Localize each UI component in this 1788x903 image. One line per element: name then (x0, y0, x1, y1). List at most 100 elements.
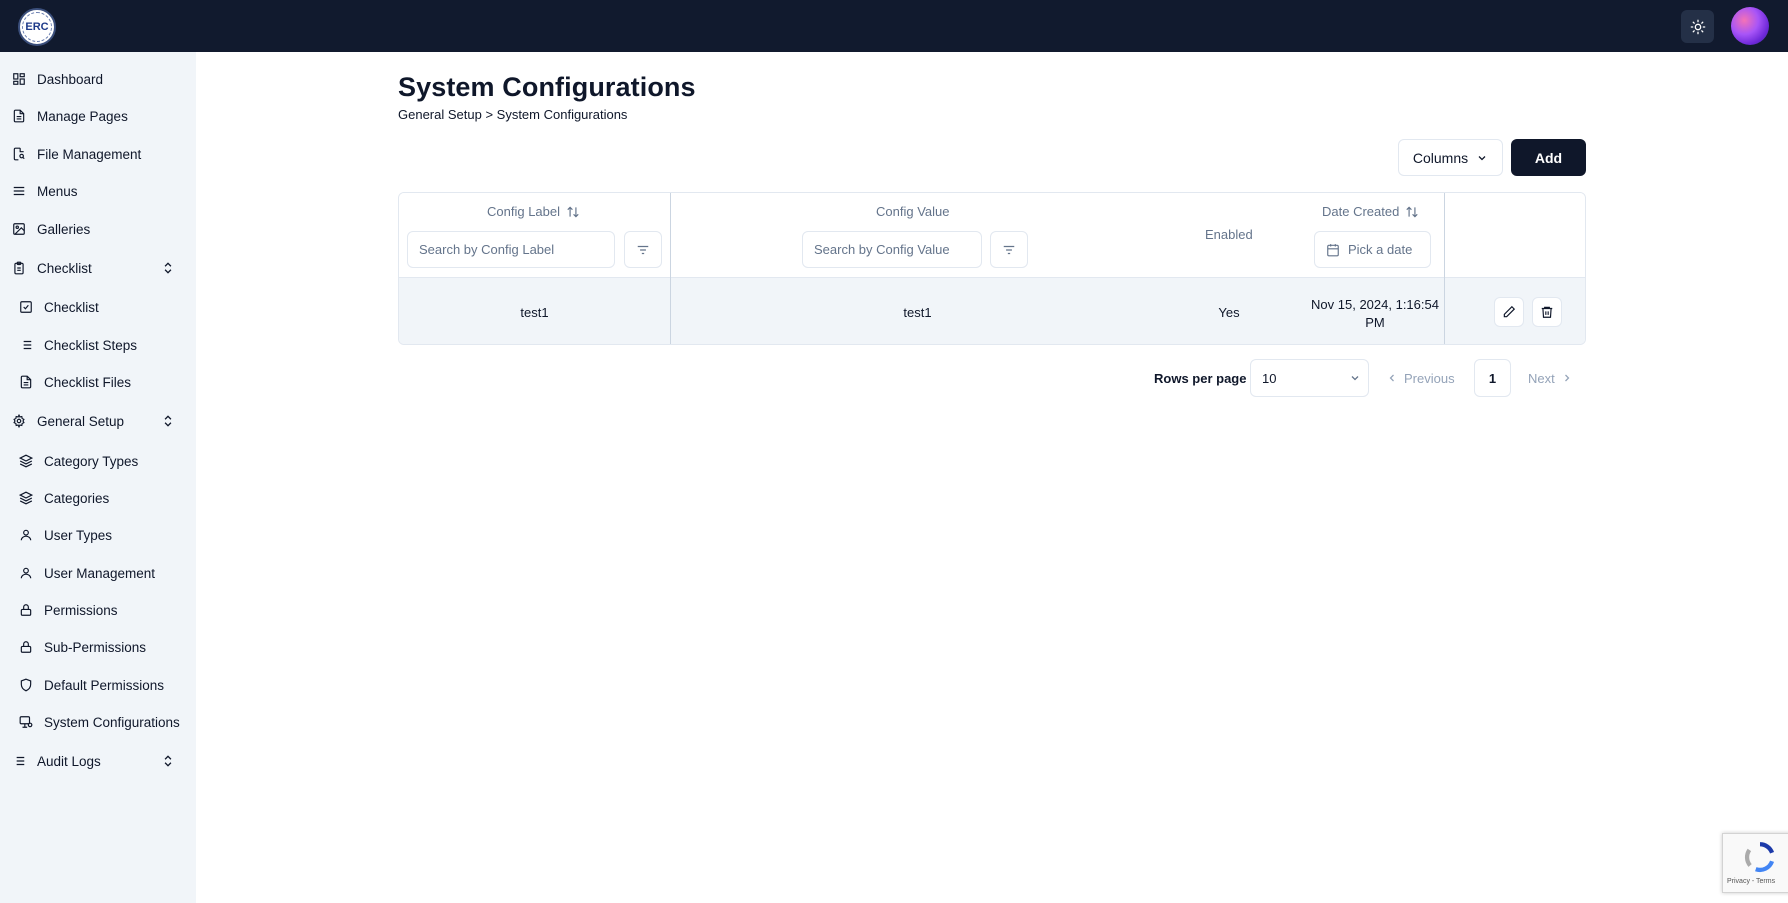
sidebar-item-label: Galleries (37, 221, 91, 237)
sidebar-item-label: System Configurations (44, 714, 180, 730)
file-icon (18, 374, 34, 390)
add-button[interactable]: Add (1511, 139, 1586, 176)
pencil-icon (1503, 305, 1516, 318)
lock-icon (18, 602, 34, 618)
monitor-gear-icon (18, 714, 34, 730)
sidebar-group-general-setup[interactable]: General Setup (0, 403, 196, 439)
sidebar-item-label: Checklist Files (44, 374, 132, 390)
previous-page-button[interactable]: Previous (1386, 359, 1455, 397)
sidebar-item-user-management[interactable]: User Management (0, 555, 196, 591)
layers-icon (18, 453, 34, 469)
app-logo[interactable]: ERC (18, 8, 56, 46)
sidebar-item-checklist-files[interactable]: Checklist Files (0, 364, 196, 400)
recaptcha-footer: Privacy - Terms (1727, 878, 1776, 885)
edit-button[interactable] (1494, 297, 1524, 327)
sidebar-item-label: Default Permissions (44, 677, 165, 693)
config-label-filter-button[interactable] (624, 231, 662, 268)
image-icon (11, 221, 27, 237)
sidebar-item-sub-permissions[interactable]: Sub-Permissions (0, 629, 196, 665)
sidebar-item-checklist-steps[interactable]: Checklist Steps (0, 327, 196, 363)
header-label: Config Value (876, 204, 950, 219)
next-page-button[interactable]: Next (1528, 359, 1573, 397)
date-line: Nov 15, 2024, 1:16:54 (1311, 297, 1439, 312)
user-avatar[interactable] (1731, 7, 1769, 45)
sidebar-item-label: File Management (37, 146, 142, 162)
column-divider (670, 193, 671, 344)
next-label: Next (1528, 370, 1555, 386)
sidebar-item-label: Checklist Steps (44, 337, 138, 353)
search-config-value-input[interactable]: Search by Config Value (802, 231, 982, 268)
lock-icon (18, 639, 34, 655)
gear-icon (11, 413, 27, 429)
sidebar-item-system-configurations[interactable]: System Configurations (0, 704, 196, 740)
columns-button[interactable]: Columns (1398, 139, 1503, 176)
shield-icon (18, 677, 34, 693)
date-picker-button[interactable]: Pick a date (1314, 231, 1431, 268)
sidebar-item-default-permissions[interactable]: Default Permissions (0, 667, 196, 703)
column-header-config-value[interactable]: Config Value (876, 204, 949, 219)
sidebar-item-label: Audit Logs (37, 753, 101, 769)
columns-button-label: Columns (1412, 149, 1469, 166)
chevron-down-icon (1351, 376, 1359, 381)
file-text-icon (11, 108, 27, 124)
sidebar-item-permissions[interactable]: Permissions (0, 592, 196, 628)
chevrons-up-down-icon (164, 262, 172, 274)
header-label: Config Label (487, 204, 560, 219)
file-search-icon (11, 146, 27, 162)
dashboard-icon (11, 71, 27, 87)
clipboard-icon (11, 260, 27, 276)
sidebar-item-dashboard[interactable]: Dashboard (0, 61, 196, 97)
page-title: System Configurations (398, 72, 696, 102)
logo-text: ERC (25, 21, 49, 33)
trash-icon (1541, 306, 1553, 318)
cell-config-value: test1 (903, 305, 932, 320)
config-value-filter-button[interactable] (990, 231, 1028, 268)
cell-config-label: test1 (520, 305, 549, 320)
data-table: Config Label Search by Config Label Conf… (398, 192, 1586, 345)
sidebar-item-category-types[interactable]: Category Types (0, 443, 196, 479)
layers-icon (18, 490, 34, 506)
header-label: Date Created (1322, 204, 1400, 219)
delete-button[interactable] (1532, 297, 1562, 327)
chevron-right-icon (1564, 374, 1570, 382)
sidebar-item-file-management[interactable]: File Management (0, 136, 196, 172)
sun-icon (1690, 19, 1705, 34)
sidebar-item-categories[interactable]: Categories (0, 480, 196, 516)
sidebar-item-label: User Types (44, 527, 113, 543)
recaptcha-badge[interactable]: Privacy - Terms (1722, 833, 1788, 893)
sidebar-item-user-types[interactable]: User Types (0, 517, 196, 553)
sidebar-item-label: Checklist (44, 299, 99, 315)
search-config-label-input[interactable]: Search by Config Label (407, 231, 615, 268)
sidebar-item-menus[interactable]: Menus (0, 173, 196, 209)
main-content: System Configurations General Setup > Sy… (196, 52, 1788, 903)
user-icon (18, 527, 34, 543)
rows-per-page-select[interactable]: 10 (1250, 359, 1369, 397)
column-header-enabled: Enabled (1205, 227, 1253, 242)
chevron-down-icon (1478, 155, 1486, 160)
sidebar-item-label: General Setup (37, 413, 125, 429)
table-row[interactable]: test1 test1 Yes Nov 15, 2024, 1:16:54 PM (399, 278, 1585, 344)
column-divider (1444, 193, 1445, 344)
sidebar-item-galleries[interactable]: Galleries (0, 211, 196, 247)
sidebar-item-checklist[interactable]: Checklist (0, 289, 196, 325)
page-number-button[interactable]: 1 (1474, 359, 1511, 397)
column-header-config-label[interactable]: Config Label (487, 204, 580, 219)
recaptcha-icon (1744, 842, 1775, 872)
sidebar-group-audit-logs[interactable]: Audit Logs (0, 743, 196, 779)
sidebar-item-label: Checklist (37, 260, 92, 276)
previous-label: Previous (1404, 370, 1455, 386)
sidebar-item-label: Sub-Permissions (44, 639, 147, 655)
sidebar-group-checklist[interactable]: Checklist (0, 250, 196, 286)
menu-icon (11, 183, 27, 199)
column-header-date-created[interactable]: Date Created (1322, 204, 1419, 219)
top-bar: ERC (0, 0, 1788, 52)
sidebar-item-label: Manage Pages (37, 108, 128, 124)
sidebar-item-manage-pages[interactable]: Manage Pages (0, 98, 196, 134)
chevrons-up-down-icon (164, 755, 172, 767)
filter-icon (637, 245, 649, 254)
theme-toggle-button[interactable] (1681, 10, 1714, 43)
list-icon (18, 337, 34, 353)
chevron-left-icon (1389, 374, 1394, 382)
date-line: PM (1365, 315, 1385, 330)
breadcrumb: General Setup > System Configurations (398, 107, 628, 122)
